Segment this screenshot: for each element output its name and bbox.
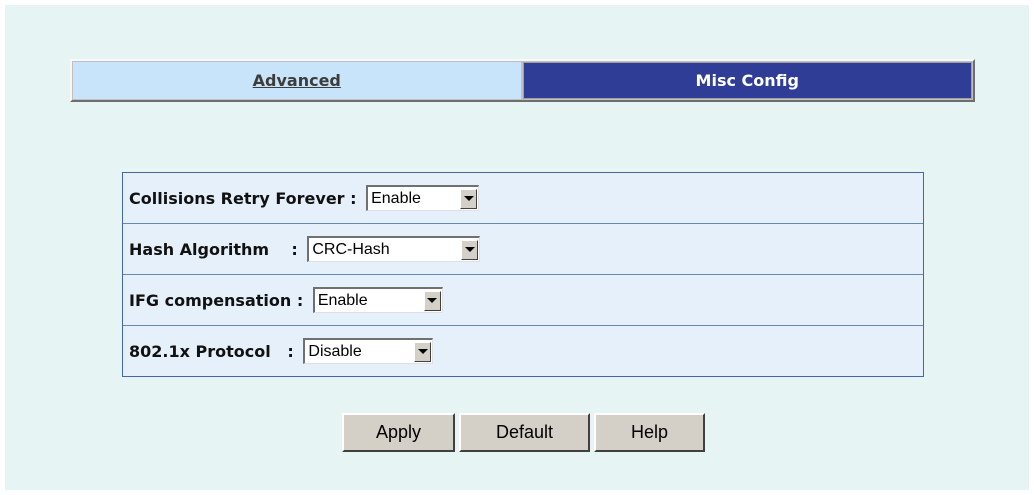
tab-advanced[interactable]: Advanced (73, 62, 521, 99)
apply-button[interactable]: Apply (342, 413, 455, 452)
help-button[interactable]: Help (594, 413, 705, 452)
setting-label: 802.1x Protocol : (129, 341, 300, 361)
chevron-down-icon[interactable] (460, 188, 478, 209)
8021x-protocol-select[interactable]: Disable (303, 338, 434, 364)
tab-bar: Advanced Misc Config (70, 59, 975, 102)
ifg-compensation-select[interactable]: Enable (312, 287, 443, 313)
setting-row-hash-algorithm: Hash Algorithm : CRC-Hash (123, 223, 923, 274)
select-value: CRC-Hash (312, 240, 390, 258)
collisions-retry-select[interactable]: Enable (366, 185, 480, 211)
tab-misc-config-label: Misc Config (695, 71, 799, 90)
select-value: Enable (371, 189, 421, 207)
tab-misc-config[interactable]: Misc Config (522, 62, 972, 99)
chevron-down-icon[interactable] (461, 239, 479, 260)
settings-table: Collisions Retry Forever : Enable Hash A… (122, 172, 924, 377)
select-value: Disable (308, 342, 362, 360)
setting-row-ifg-compensation: IFG compensation : Enable (123, 274, 923, 325)
setting-row-8021x-protocol: 802.1x Protocol : Disable (123, 325, 923, 376)
setting-label: Hash Algorithm : (129, 239, 304, 259)
page: Advanced Misc Config Collisions Retry Fo… (5, 5, 1029, 490)
tab-advanced-label[interactable]: Advanced (253, 71, 341, 90)
select-value: Enable (317, 291, 368, 309)
chevron-down-icon[interactable] (414, 341, 432, 362)
setting-row-collisions-retry: Collisions Retry Forever : Enable (123, 173, 923, 223)
hash-algorithm-select[interactable]: CRC-Hash (307, 236, 481, 262)
setting-label: IFG compensation : (129, 290, 309, 310)
setting-label: Collisions Retry Forever : (129, 188, 363, 208)
default-button[interactable]: Default (459, 413, 590, 452)
chevron-down-icon[interactable] (423, 290, 441, 311)
